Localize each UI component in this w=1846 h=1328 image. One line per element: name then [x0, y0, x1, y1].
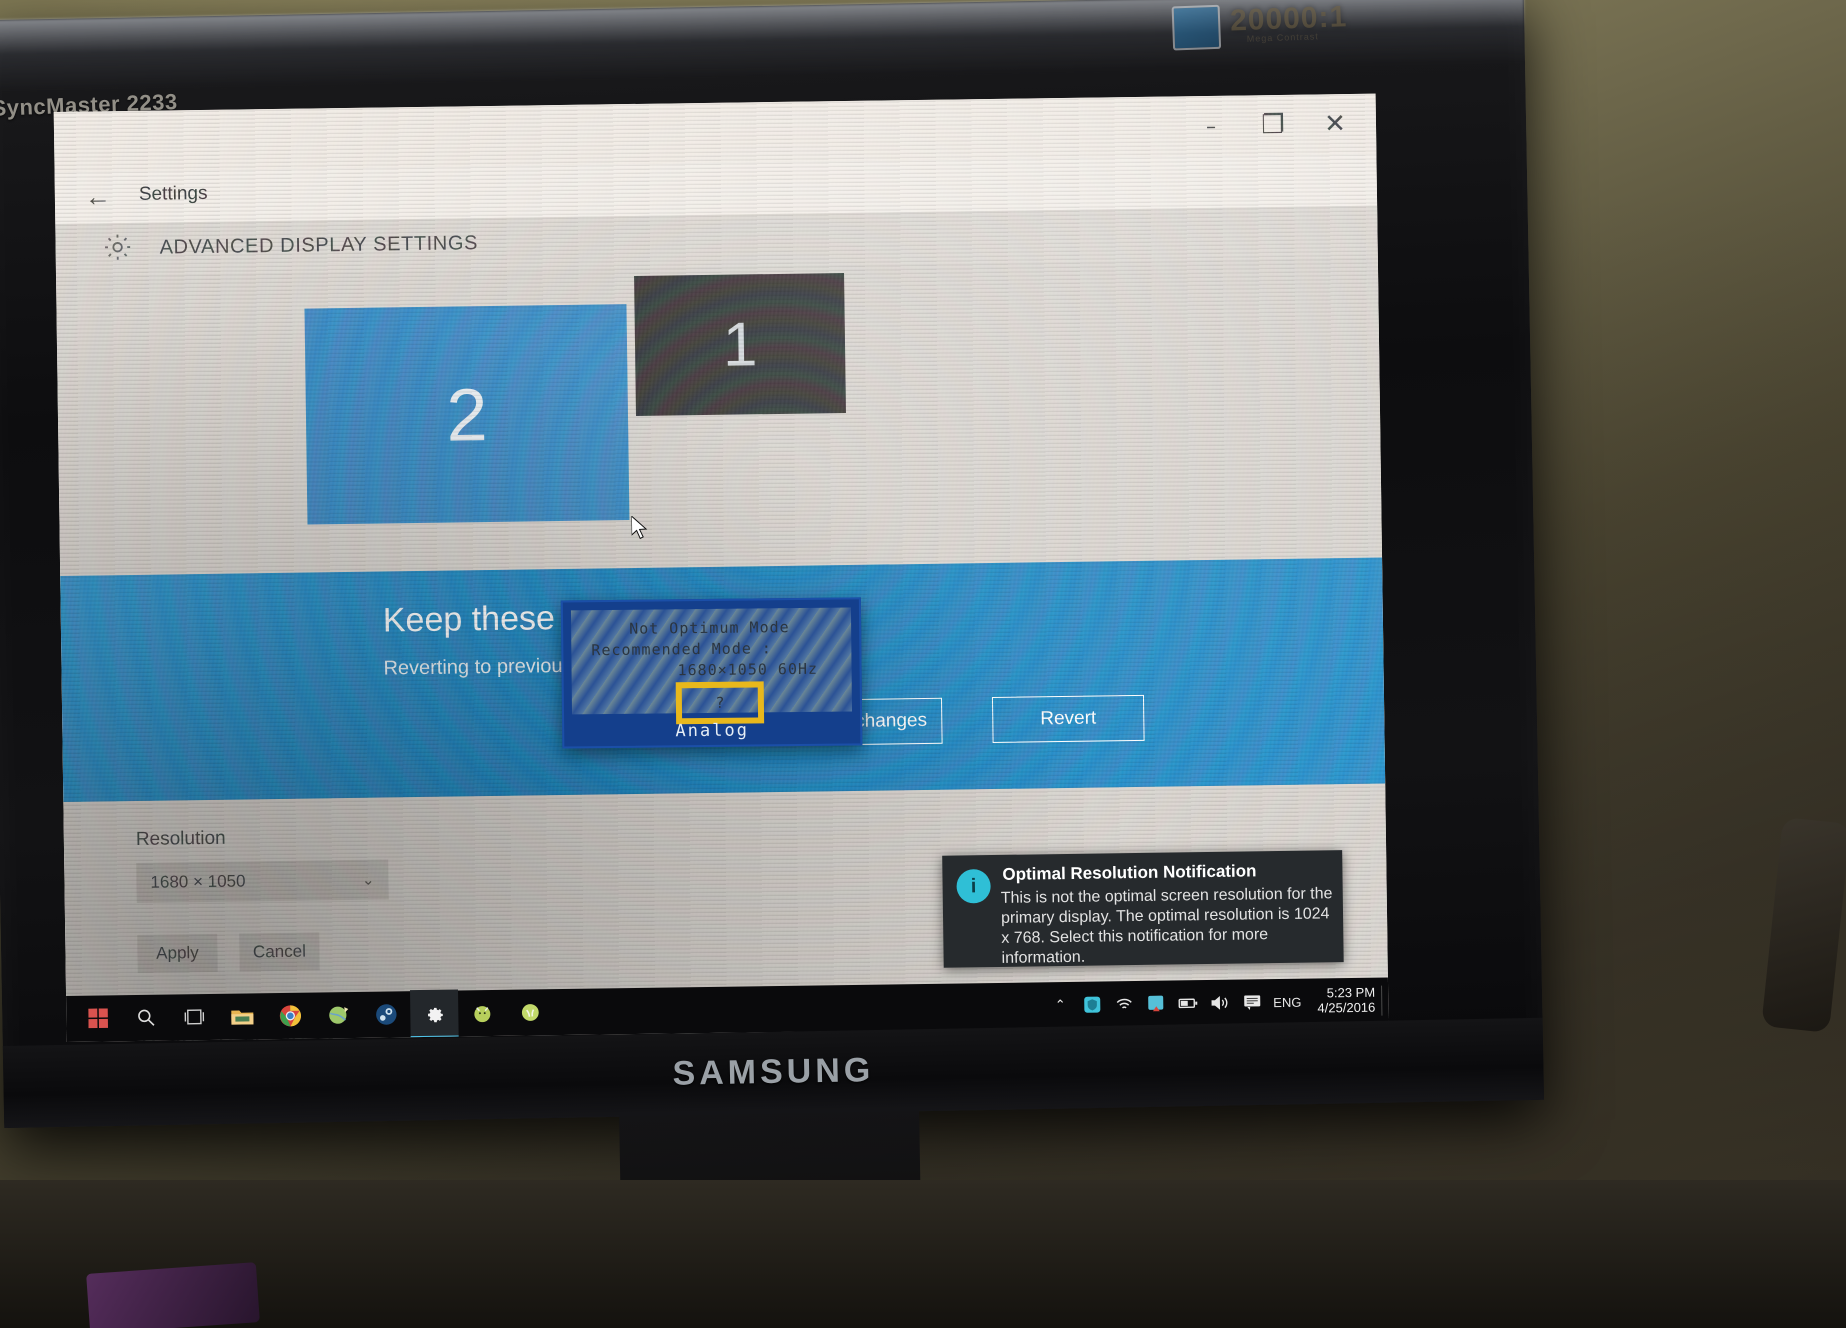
- osd-input-source: Analog: [675, 720, 750, 742]
- display-tile-1-number: 1: [722, 309, 758, 380]
- search-icon[interactable]: [122, 995, 171, 1042]
- android-app-icon[interactable]: [506, 989, 555, 1036]
- back-arrow-icon[interactable]: ←: [81, 179, 115, 213]
- osd-question-button[interactable]: ?: [675, 681, 765, 725]
- page-title: ADVANCED DISPLAY SETTINGS: [159, 232, 479, 259]
- toast-title: Optimal Resolution Notification: [1002, 861, 1257, 884]
- start-icon[interactable]: [74, 995, 123, 1042]
- volume-icon[interactable]: [1209, 992, 1231, 1014]
- display-arrangement: 2 1: [56, 258, 1382, 536]
- toast-body: This is not the optimal screen resolutio…: [1000, 885, 1333, 967]
- display-tile-2-number: 2: [445, 372, 489, 457]
- desk-surface: [0, 1180, 1846, 1328]
- contrast-ratio-sticker: 20000:1 Mega Contrast: [1171, 0, 1413, 51]
- display-tile-2[interactable]: 2: [304, 304, 630, 525]
- task-view-icon[interactable]: [170, 994, 219, 1041]
- cancel-button[interactable]: Cancel: [239, 932, 320, 972]
- info-icon: i: [956, 869, 991, 904]
- mouse-cursor-icon: [631, 515, 649, 542]
- system-tray: ⌃ ENG 5:23 PM 4/25/2016: [1049, 978, 1383, 1029]
- clock-date: 4/25/2016: [1317, 999, 1376, 1016]
- revert-button[interactable]: Revert: [991, 694, 1145, 744]
- battery-icon[interactable]: [1177, 992, 1199, 1014]
- minimize-button[interactable]: –: [1180, 95, 1243, 156]
- desk-pad-object: [86, 1262, 260, 1328]
- settings-gear-icon[interactable]: [410, 989, 459, 1039]
- photo-scene: SyncMaster 2233 20000:1 Mega Contrast – …: [0, 0, 1846, 1328]
- language-indicator[interactable]: ENG: [1273, 994, 1301, 1009]
- sticker-subtext: Mega Contrast: [1246, 31, 1319, 44]
- maximize-button[interactable]: ❐: [1242, 95, 1305, 156]
- osd-line-not-optimum: Not Optimum Mode: [629, 618, 790, 638]
- resolution-actions: Apply Cancel: [137, 932, 320, 973]
- network-wifi-icon[interactable]: [1113, 993, 1135, 1015]
- action-center-warning-icon[interactable]: [1145, 993, 1167, 1015]
- monitor-screen: – ❐ ✕ ← Settings ADVANCED DISPLAY SETTIN…: [53, 93, 1389, 1042]
- clock[interactable]: 5:23 PM 4/25/2016: [1317, 985, 1383, 1017]
- display-tile-1[interactable]: 1: [634, 273, 846, 416]
- android-studio-icon[interactable]: [458, 990, 507, 1037]
- gear-icon: [101, 231, 133, 263]
- taskbar-icon-strip: [74, 989, 555, 1042]
- tray-chevron-up-icon[interactable]: ⌃: [1049, 994, 1071, 1016]
- steam-icon[interactable]: [362, 991, 411, 1038]
- optimal-resolution-toast[interactable]: i Optimal Resolution Notification This i…: [942, 850, 1344, 968]
- globe-app-icon[interactable]: [314, 992, 363, 1039]
- security-shield-icon[interactable]: [1081, 993, 1103, 1015]
- window-controls: – ❐ ✕: [1180, 94, 1367, 157]
- samsung-monitor: SyncMaster 2233 20000:1 Mega Contrast – …: [0, 0, 1545, 1129]
- apply-button[interactable]: Apply: [137, 933, 218, 973]
- resolution-label: Resolution: [135, 827, 226, 850]
- sticker-chip-icon: [1171, 4, 1222, 51]
- osd-panel: Not Optimum Mode Recommended Mode : 1680…: [570, 607, 853, 725]
- chrome-icon[interactable]: [266, 993, 315, 1040]
- resolution-value: 1680 × 1050: [150, 871, 246, 892]
- chevron-down-icon: ⌄: [361, 871, 375, 889]
- monitor-osd-overlay: Not Optimum Mode Recommended Mode : 1680…: [560, 597, 863, 749]
- osd-line-recommended: Recommended Mode :: [591, 639, 773, 660]
- samsung-logo: SAMSUNG: [672, 1051, 875, 1093]
- close-button[interactable]: ✕: [1304, 94, 1367, 155]
- input-indicator-icon[interactable]: [1241, 991, 1263, 1013]
- file-explorer-icon[interactable]: [218, 993, 267, 1040]
- app-title: Settings: [138, 182, 208, 205]
- osd-line-mode-value: 1680×1050 60Hz: [677, 659, 819, 680]
- resolution-dropdown[interactable]: 1680 × 1050 ⌄: [136, 859, 389, 903]
